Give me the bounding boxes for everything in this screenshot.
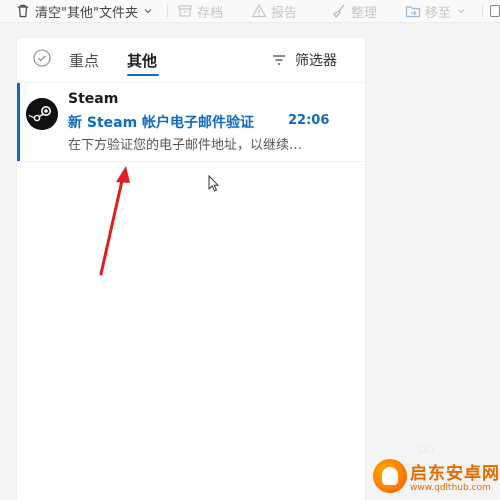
command-toolbar: 清空"其他"文件夹 存档 报告 整理 移至: [0, 0, 500, 23]
chevron-down-icon[interactable]: [142, 5, 154, 17]
toolbar-divider: [167, 4, 168, 18]
chevron-down-icon[interactable]: [301, 5, 313, 17]
avatar: [26, 98, 58, 130]
filter-button[interactable]: 筛选器: [270, 50, 337, 70]
sweep-label: 整理: [351, 5, 378, 21]
sender-name: Steam: [68, 91, 119, 107]
archive-label: 存档: [197, 5, 224, 21]
selected-indicator: [17, 83, 20, 161]
faint-decoration: ○○: [418, 445, 434, 455]
watermark-logo-shape: [382, 467, 398, 485]
toolbar-divider: [482, 4, 483, 18]
watermark-name: 启东安卓网: [410, 464, 500, 484]
message-list-panel: 重点 其他 筛选器 Steam 新 Steam 帐户电子邮件验证 22:06 在…: [17, 38, 365, 500]
sweep-button[interactable]: 整理: [330, 0, 377, 22]
watermark: 启东安卓网 www.qdlthub.com: [370, 455, 500, 500]
more-commands-button[interactable]: [490, 0, 500, 22]
move-to-button[interactable]: 移至: [404, 0, 467, 22]
mouse-pointer-icon: [208, 174, 220, 196]
pivot-bar: 重点 其他 筛选器: [17, 38, 365, 82]
outlook-window: 清空"其他"文件夹 存档 报告 整理 移至 重点 其他 筛选器 Steam 新 …: [0, 0, 500, 500]
broom-icon: [330, 2, 348, 20]
tab-other[interactable]: 其他: [127, 50, 157, 71]
empty-folder-button[interactable]: 清空"其他"文件夹: [14, 0, 154, 22]
move-label: 移至: [425, 5, 452, 21]
message-list-item[interactable]: Steam 新 Steam 帐户电子邮件验证 22:06 在下方验证您的电子邮件…: [17, 82, 365, 162]
select-all-checkbox[interactable]: [33, 49, 51, 71]
trash-icon: [14, 2, 32, 20]
tab-selected-underline: [127, 74, 159, 76]
warning-icon: [250, 2, 268, 20]
message-subject: 新 Steam 帐户电子邮件验证: [68, 115, 255, 131]
more-icon: [490, 5, 500, 17]
chevron-down-icon[interactable]: [455, 5, 467, 17]
tab-focused[interactable]: 重点: [69, 50, 99, 71]
archive-button[interactable]: 存档: [176, 0, 223, 22]
report-label: 报告: [271, 5, 298, 21]
filter-label: 筛选器: [295, 53, 337, 69]
watermark-logo-icon: [373, 459, 407, 493]
steam-logo: [26, 98, 58, 130]
filter-icon: [270, 51, 288, 69]
archive-icon: [176, 2, 194, 20]
checkmark-circle-icon: [33, 49, 51, 71]
watermark-url: www.qdlthub.com: [410, 483, 491, 493]
move-folder-icon: [404, 2, 422, 20]
report-button[interactable]: 报告: [250, 0, 313, 22]
message-time: 22:06: [288, 113, 330, 128]
message-preview: 在下方验证您的电子邮件地址，以继续…: [68, 138, 303, 153]
empty-folder-label: 清空"其他"文件夹: [35, 5, 138, 21]
